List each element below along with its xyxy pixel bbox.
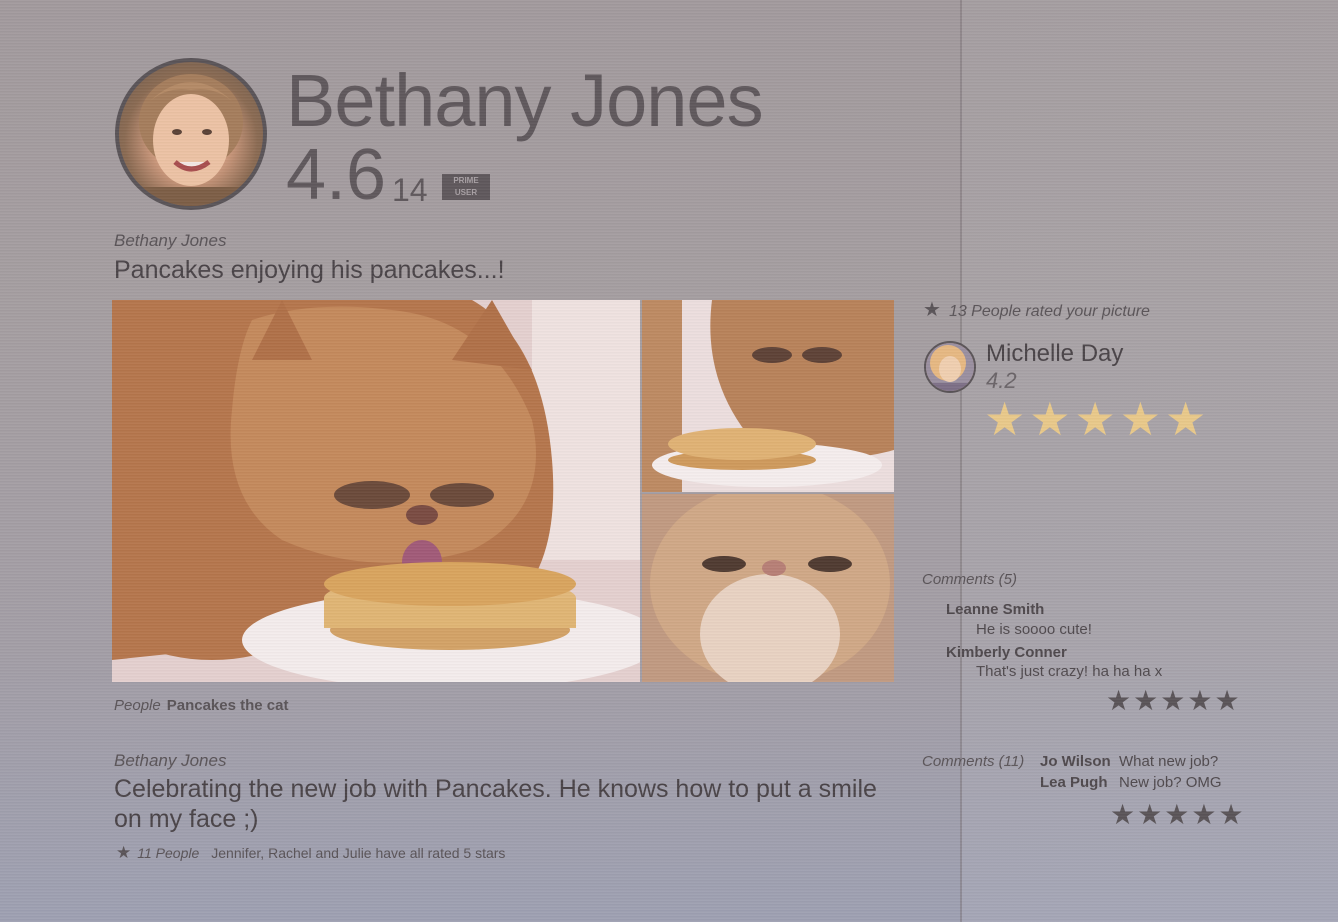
star-icon: ★ xyxy=(923,299,941,321)
star-icon: ★ xyxy=(1160,685,1186,716)
star-icon: ★ xyxy=(1119,393,1161,445)
rating-summary-text: 13 People rated your picture xyxy=(948,303,1150,320)
star-icon: ★ xyxy=(116,843,132,862)
panel-divider xyxy=(960,0,962,922)
rating-people-summary: Jennifer, Rachel and Julie have all rate… xyxy=(211,845,506,861)
profile-name: Bethany Jones xyxy=(286,59,764,142)
star-icon: ★ xyxy=(1074,393,1116,445)
people-value[interactable]: Pancakes the cat xyxy=(167,697,289,714)
comments-header[interactable]: Comments (11) xyxy=(922,753,1024,770)
comment-author[interactable]: Leanne Smith xyxy=(946,601,1044,618)
rater-name[interactable]: Michelle Day xyxy=(986,340,1123,368)
star-icon: ★ xyxy=(1187,685,1213,716)
prime-user-badge: PRIME USER xyxy=(442,174,490,200)
star-icon: ★ xyxy=(1110,799,1136,830)
profile-avatar[interactable] xyxy=(115,58,267,210)
comment-rating-stars[interactable]: ★★★★★ xyxy=(1106,686,1242,716)
comment-text: He is soooo cute! xyxy=(976,621,1092,638)
comment-author[interactable]: Kimberly Conner xyxy=(946,644,1067,661)
profile-rating: 4.6 xyxy=(286,135,387,215)
rater-avatar[interactable] xyxy=(924,341,976,393)
star-icon: ★ xyxy=(1214,685,1240,716)
comment-author[interactable]: Jo Wilson xyxy=(1040,753,1111,770)
comment-text: That's just crazy! ha ha ha x xyxy=(976,663,1163,680)
comment-rating-stars[interactable]: ★★★★★ xyxy=(1110,800,1246,830)
comments-header[interactable]: Comments (5) xyxy=(922,571,1017,588)
comment-author[interactable]: Lea Pugh xyxy=(1040,774,1108,791)
rating-people-count: 11 People xyxy=(137,845,200,861)
star-icon: ★ xyxy=(1191,799,1217,830)
post-author[interactable]: Bethany Jones xyxy=(114,231,226,251)
prime-badge-line2: USER xyxy=(454,188,478,197)
comment-text: What new job? xyxy=(1119,753,1219,770)
people-label: People xyxy=(114,697,161,714)
star-icon: ★ xyxy=(1133,685,1159,716)
post-rating-stats: ★ 11 People Jennifer, Rachel and Julie hav… xyxy=(116,843,505,863)
star-icon: ★ xyxy=(1029,393,1071,445)
post-text: Celebrating the new job with Pancakes. H… xyxy=(114,775,877,833)
rater-stars: ★★★★★ xyxy=(984,390,1210,448)
star-icon: ★ xyxy=(984,393,1026,445)
post-photo-main[interactable] xyxy=(112,300,640,682)
star-icon: ★ xyxy=(1137,799,1163,830)
comment-text: New job? OMG xyxy=(1119,774,1222,791)
star-icon: ★ xyxy=(1106,685,1132,716)
post-text: Pancakes enjoying his pancakes...! xyxy=(114,256,505,284)
star-icon: ★ xyxy=(1165,393,1207,445)
prime-badge-line1: PRIME xyxy=(453,176,479,185)
post-people-tag: People Pancakes the cat xyxy=(114,697,288,715)
profile-rating-count: 14 xyxy=(392,172,428,208)
post-author[interactable]: Bethany Jones xyxy=(114,751,226,771)
rating-summary: ★ 13 People rated your picture xyxy=(923,297,1150,322)
star-icon: ★ xyxy=(1218,799,1244,830)
post-photo-bottom-right[interactable] xyxy=(642,494,894,682)
star-icon: ★ xyxy=(1164,799,1190,830)
post-photo-top-right[interactable] xyxy=(642,300,894,492)
